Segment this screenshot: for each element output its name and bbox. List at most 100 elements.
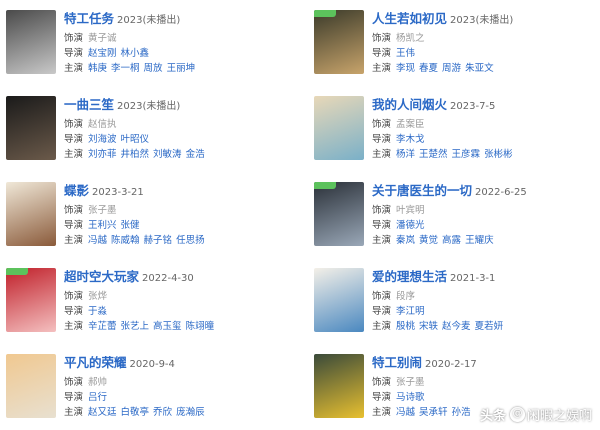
drama-card[interactable]: 我的人间烟火 2023-7-5 饰演 孟案臣 导演 李木戈 主演 杨洋 王楚然 王彦霖 张彬彬 bbox=[308, 94, 600, 180]
cast-link[interactable]: 陈威翰 bbox=[111, 235, 140, 246]
drama-poster[interactable] bbox=[314, 268, 364, 332]
cast-link[interactable]: 张彬彬 bbox=[484, 149, 513, 160]
drama-title[interactable]: 关于唐医生的一切 bbox=[372, 183, 472, 198]
director-link[interactable]: 王利兴 bbox=[88, 220, 117, 231]
director-link[interactable]: 李江明 bbox=[396, 306, 425, 317]
cast-link[interactable]: 杨洋 bbox=[396, 149, 415, 160]
cast-link[interactable]: 王耀庆 bbox=[465, 235, 494, 246]
drama-card[interactable]: 一曲三笙 2023(未播出) 饰演 赵信执 导演 刘海波 叶昭仪 主演 刘亦菲 井柏然 刘敏涛 金浩 bbox=[0, 94, 300, 180]
cast-link[interactable]: 秦岚 bbox=[396, 235, 415, 246]
cast-link[interactable]: 赫子铭 bbox=[144, 235, 173, 246]
cast-line: 主演 赵又廷 白敬亭 乔欣 庞瀚辰 bbox=[64, 406, 296, 420]
cast-link[interactable]: 周放 bbox=[144, 63, 163, 74]
drama-poster[interactable] bbox=[6, 268, 56, 332]
director-link[interactable]: 张健 bbox=[121, 220, 140, 231]
drama-poster[interactable] bbox=[6, 182, 56, 246]
drama-title[interactable]: 人生若如初见 bbox=[372, 11, 447, 26]
cast-link[interactable]: 高露 bbox=[442, 235, 461, 246]
drama-card[interactable]: 特工任务 2023(未播出) 饰演 黄子诚 导演 赵宝刚 林小鑫 主演 韩庚 李一桐 周放 王丽坤 bbox=[0, 8, 300, 94]
cast-link[interactable]: 王丽坤 bbox=[167, 63, 196, 74]
cast-link[interactable]: 高玉玺 bbox=[153, 321, 182, 332]
cast-link[interactable]: 张艺上 bbox=[121, 321, 150, 332]
producer-name: 张子墨 bbox=[396, 377, 425, 388]
cast-link[interactable]: 井柏然 bbox=[121, 149, 150, 160]
producer-line: 饰演 叶宾明 bbox=[372, 204, 600, 218]
drama-poster[interactable] bbox=[6, 10, 56, 74]
drama-title[interactable]: 特工别闹 bbox=[372, 355, 422, 370]
cast-link[interactable]: 赵又廷 bbox=[88, 407, 117, 418]
drama-title[interactable]: 爱的理想生活 bbox=[372, 269, 447, 284]
cast-link[interactable]: 庞瀚辰 bbox=[176, 407, 205, 418]
drama-card[interactable]: 平凡的荣耀 2020-9-4 饰演 郝帅 导演 吕行 主演 赵又廷 白敬亭 乔欣 庞瀚辰 bbox=[0, 352, 300, 430]
cast-link[interactable]: 刘亦菲 bbox=[88, 149, 117, 160]
drama-poster[interactable] bbox=[6, 96, 56, 160]
cast-link[interactable]: 冯越 bbox=[88, 235, 107, 246]
cast-link[interactable]: 冯越 bbox=[396, 407, 415, 418]
director-link[interactable]: 林小鑫 bbox=[121, 48, 150, 59]
cast-link[interactable]: 孙浩 bbox=[452, 407, 471, 418]
drama-title-row: 一曲三笙 2023(未播出) bbox=[64, 94, 296, 114]
director-line: 导演 王伟 bbox=[372, 47, 600, 61]
cast-link[interactable]: 韩庚 bbox=[88, 63, 107, 74]
cast-link[interactable]: 乔欣 bbox=[153, 407, 172, 418]
cast-link[interactable]: 王彦霖 bbox=[452, 149, 481, 160]
cast-link[interactable]: 金浩 bbox=[186, 149, 205, 160]
cast-link[interactable]: 李现 bbox=[396, 63, 415, 74]
drama-info: 蝶影 2023-3-21 饰演 张子墨 导演 王利兴 张健 主演 冯越 陈威翰 赫子铭 任思扬 bbox=[64, 180, 296, 248]
cast-link[interactable]: 李一桐 bbox=[111, 63, 140, 74]
cast-link[interactable]: 王楚然 bbox=[419, 149, 448, 160]
drama-poster[interactable] bbox=[314, 96, 364, 160]
cast-link[interactable]: 赵今麦 bbox=[442, 321, 471, 332]
cast-link[interactable]: 刘敏涛 bbox=[153, 149, 182, 160]
drama-poster[interactable] bbox=[314, 10, 364, 74]
director-link[interactable]: 马诗歌 bbox=[396, 392, 425, 403]
drama-title[interactable]: 我的人间烟火 bbox=[372, 97, 447, 112]
producer-label: 饰演 bbox=[64, 205, 84, 216]
cast-link[interactable]: 白敬亭 bbox=[121, 407, 150, 418]
cast-link[interactable]: 春夏 bbox=[419, 63, 438, 74]
drama-card[interactable]: 爱的理想生活 2021-3-1 饰演 段序 导演 李江明 主演 殷桃 宋轶 赵今麦 夏若妍 bbox=[308, 266, 600, 352]
director-link[interactable]: 吕行 bbox=[88, 392, 107, 403]
director-link[interactable]: 王伟 bbox=[396, 48, 415, 59]
producer-name: 段序 bbox=[396, 291, 416, 302]
director-link[interactable]: 李木戈 bbox=[396, 134, 425, 145]
drama-card[interactable]: 蝶影 2023-3-21 饰演 张子墨 导演 王利兴 张健 主演 冯越 陈威翰 赫子铭 任思扬 bbox=[0, 180, 300, 266]
director-link[interactable]: 赵宝刚 bbox=[88, 48, 117, 59]
cast-link[interactable]: 朱亚文 bbox=[465, 63, 494, 74]
drama-title[interactable]: 超时空大玩家 bbox=[64, 269, 139, 284]
director-line: 导演 吕行 bbox=[64, 391, 296, 405]
drama-title[interactable]: 特工任务 bbox=[64, 11, 114, 26]
director-link[interactable]: 叶昭仪 bbox=[121, 134, 150, 145]
drama-date: 2023(未播出) bbox=[117, 15, 181, 26]
drama-card[interactable]: 超时空大玩家 2022-4-30 饰演 张烨 导演 于淼 主演 辛芷蕾 张艺上 高玉玺 陈翊曈 bbox=[0, 266, 300, 352]
producer-name: 张子墨 bbox=[88, 205, 117, 216]
cast-link[interactable]: 陈翊曈 bbox=[186, 321, 215, 332]
cast-link[interactable]: 宋轶 bbox=[419, 321, 438, 332]
drama-info: 我的人间烟火 2023-7-5 饰演 孟案臣 导演 李木戈 主演 杨洋 王楚然 王彦霖 张彬彬 bbox=[372, 94, 600, 162]
cast-link[interactable]: 辛芷蕾 bbox=[88, 321, 117, 332]
director-line: 导演 赵宝刚 林小鑫 bbox=[64, 47, 296, 61]
cast-link[interactable]: 周游 bbox=[442, 63, 461, 74]
cast-label: 主演 bbox=[372, 235, 392, 246]
cast-link[interactable]: 夏若妍 bbox=[475, 321, 504, 332]
producer-label: 饰演 bbox=[64, 291, 84, 302]
drama-title[interactable]: 蝶影 bbox=[64, 183, 89, 198]
cast-link[interactable]: 任思扬 bbox=[176, 235, 205, 246]
drama-poster[interactable] bbox=[6, 354, 56, 418]
director-link[interactable]: 刘海波 bbox=[88, 134, 117, 145]
director-link[interactable]: 于淼 bbox=[88, 306, 107, 317]
drama-poster[interactable] bbox=[314, 354, 364, 418]
producer-line: 饰演 孟案臣 bbox=[372, 118, 600, 132]
cast-label: 主演 bbox=[64, 63, 84, 74]
drama-poster[interactable] bbox=[314, 182, 364, 246]
drama-card[interactable]: 人生若如初见 2023(未播出) 饰演 杨凯之 导演 王伟 主演 李现 春夏 周游 朱亚文 bbox=[308, 8, 600, 94]
cast-link[interactable]: 殷桃 bbox=[396, 321, 415, 332]
director-link[interactable]: 潘德光 bbox=[396, 220, 425, 231]
drama-title[interactable]: 平凡的荣耀 bbox=[64, 355, 127, 370]
cast-link[interactable]: 吴承轩 bbox=[419, 407, 448, 418]
cast-link[interactable]: 黄觉 bbox=[419, 235, 438, 246]
drama-info: 特工任务 2023(未播出) 饰演 黄子诚 导演 赵宝刚 林小鑫 主演 韩庚 李一桐 周放 王丽坤 bbox=[64, 8, 296, 76]
drama-title[interactable]: 一曲三笙 bbox=[64, 97, 114, 112]
drama-card[interactable]: 关于唐医生的一切 2022-6-25 饰演 叶宾明 导演 潘德光 主演 秦岚 黄觉 高露 王耀庆 bbox=[308, 180, 600, 266]
cast-line: 主演 杨洋 王楚然 王彦霖 张彬彬 bbox=[372, 148, 600, 162]
